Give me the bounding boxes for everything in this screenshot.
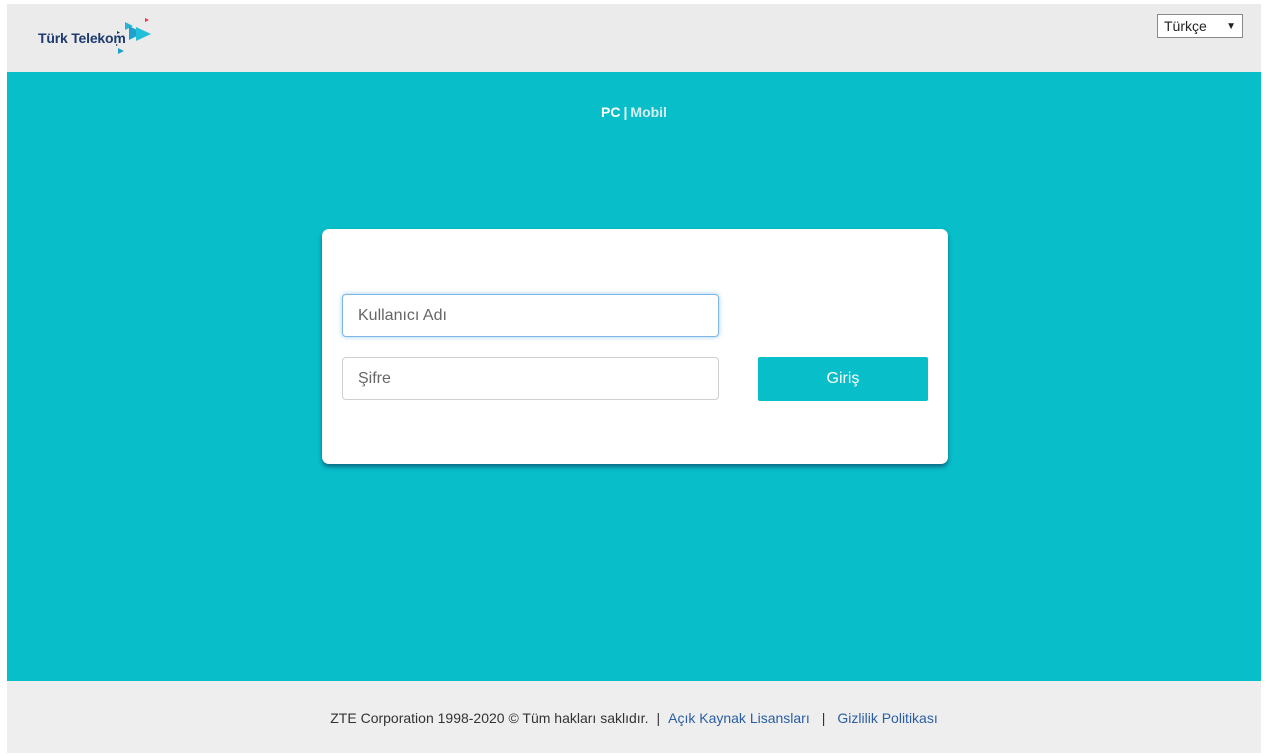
password-input[interactable] — [342, 357, 719, 400]
turk-telekom-logo[interactable]: Türk Telekom — [38, 16, 168, 60]
language-select[interactable]: Türkçe ▼ — [1157, 14, 1243, 38]
logo-arrows-icon — [116, 18, 151, 54]
mode-mobil-link[interactable]: Mobil — [630, 104, 667, 120]
copyright-text: ZTE Corporation 1998-2020 © Tüm hakları … — [330, 710, 649, 726]
mode-separator: | — [623, 104, 628, 120]
licenses-link[interactable]: Açık Kaynak Lisansları — [668, 710, 810, 726]
privacy-link[interactable]: Gizlilik Politikası — [837, 710, 937, 726]
dropdown-arrow-icon: ▼ — [1226, 20, 1236, 32]
login-card: Giriş — [322, 229, 948, 464]
mode-switch: PC | Mobil — [7, 104, 1261, 120]
username-input[interactable] — [342, 294, 719, 337]
main-area: PC|Mobil Giriş — [7, 72, 1261, 681]
footer: ZTE Corporation 1998-2020 © Tüm hakları … — [7, 681, 1261, 753]
header: Türk Telekom Türkçe ▼ — [7, 4, 1261, 72]
footer-separator: | — [656, 710, 661, 726]
mode-pc-link[interactable]: PC — [601, 104, 620, 120]
logo-text: Türk Telekom — [38, 30, 126, 46]
language-selected: Türkçe — [1164, 18, 1207, 34]
login-button[interactable]: Giriş — [758, 357, 928, 401]
page: Türk Telekom Türkçe ▼ PC|Mobil Giriş — [7, 4, 1261, 753]
footer-separator: | — [821, 710, 826, 726]
